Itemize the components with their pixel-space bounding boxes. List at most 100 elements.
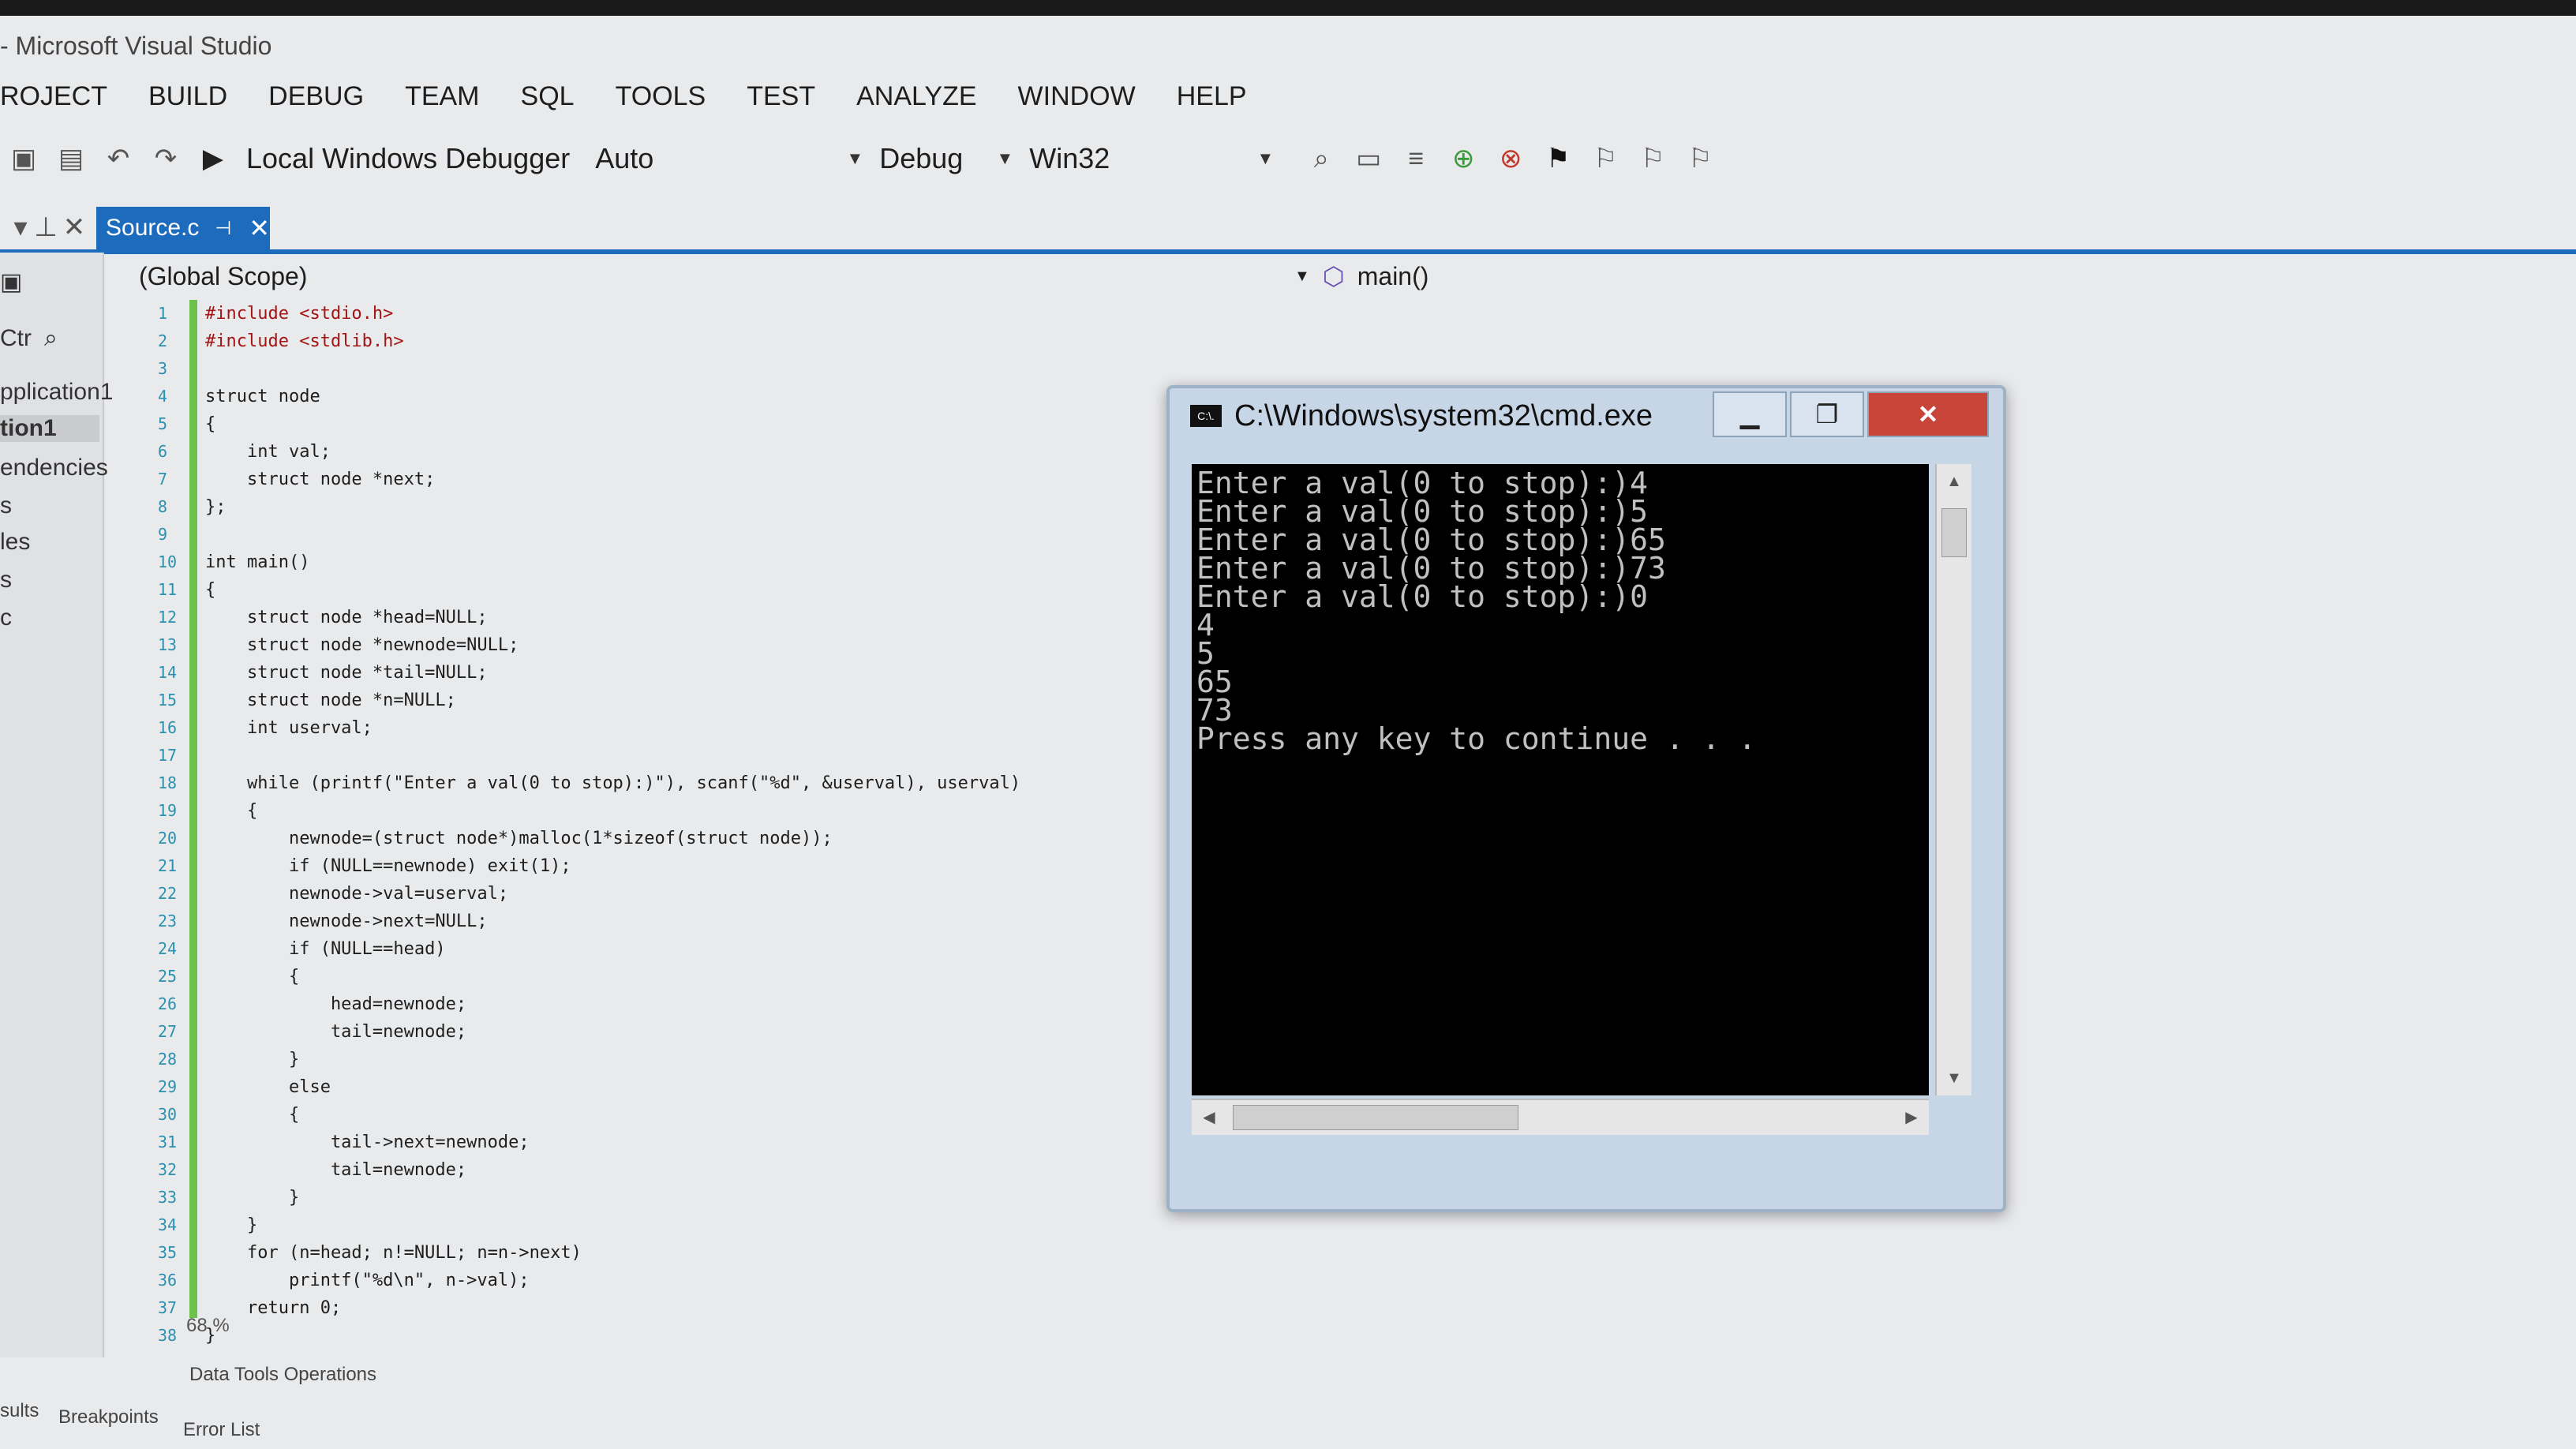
bookmark-icon[interactable]: ⚑ — [1542, 143, 1574, 174]
configuration-combo[interactable]: Debug ▼ — [879, 142, 1013, 175]
code-line[interactable]: head=newnode; — [205, 990, 1136, 1018]
code-line[interactable]: { — [205, 963, 1136, 990]
code-line[interactable]: #include <stdio.h> — [205, 300, 1136, 328]
menu-test[interactable]: TEST — [747, 81, 815, 112]
code-line[interactable]: if (NULL==newnode) exit(1); — [205, 852, 1136, 880]
console-output[interactable]: Enter a val(0 to stop):)4 Enter a val(0 … — [1192, 464, 1929, 1095]
search-icon[interactable]: ⌕ — [44, 325, 58, 352]
code-line[interactable]: struct node *tail=NULL; — [205, 659, 1136, 687]
folder-icon[interactable]: ▭ — [1353, 143, 1384, 174]
scroll-left-icon[interactable]: ◀ — [1192, 1100, 1226, 1135]
auto-combo[interactable]: Auto ▼ — [595, 142, 863, 175]
bookmark-next-icon[interactable]: ⚐ — [1637, 143, 1668, 174]
save-icon[interactable]: ▣ — [8, 143, 39, 174]
menu-tools[interactable]: TOOLS — [616, 81, 706, 112]
tree-item-dependencies[interactable]: endencies — [0, 455, 108, 481]
redo-icon[interactable]: ↷ — [150, 143, 182, 174]
code-line[interactable]: if (NULL==head) — [205, 935, 1136, 963]
code-line[interactable]: } — [205, 1184, 1136, 1211]
code-line[interactable]: tail=newnode; — [205, 1156, 1136, 1184]
code-line[interactable]: { — [205, 576, 1136, 604]
code-line[interactable]: else — [205, 1073, 1136, 1101]
maximize-button[interactable]: ❐ — [1790, 391, 1864, 437]
undo-icon[interactable]: ↶ — [103, 143, 134, 174]
tree-item-c[interactable]: c — [0, 605, 12, 631]
scroll-down-icon[interactable]: ▼ — [1937, 1061, 1971, 1095]
platform-combo[interactable]: Win32 ▼ — [1029, 142, 1274, 175]
scroll-up-icon[interactable]: ▲ — [1937, 464, 1971, 499]
menu-analyze[interactable]: ANALYZE — [856, 81, 976, 112]
tree-item-project[interactable]: tion1 — [0, 415, 99, 442]
code-line[interactable]: tail=newnode; — [205, 1018, 1136, 1046]
zoom-level[interactable]: 68 % — [186, 1315, 230, 1337]
menu-build[interactable]: BUILD — [148, 81, 227, 112]
minimize-button[interactable]: ▁ — [1713, 391, 1787, 437]
breakpoint-remove-icon[interactable]: ⊗ — [1495, 143, 1526, 174]
vertical-scrollbar[interactable]: ▲ ▼ — [1935, 464, 1971, 1095]
menu-project[interactable]: ROJECT — [0, 81, 107, 112]
scroll-right-icon[interactable]: ▶ — [1894, 1100, 1929, 1135]
code-line[interactable]: int main() — [205, 549, 1136, 576]
code-line[interactable]: } — [205, 1046, 1136, 1073]
code-line[interactable]: while (printf("Enter a val(0 to stop):)"… — [205, 769, 1136, 797]
code-line[interactable]: }; — [205, 493, 1136, 521]
tree-item-application[interactable]: pplication1 — [0, 379, 113, 406]
menu-sql[interactable]: SQL — [521, 81, 575, 112]
code-line[interactable]: printf("%d\n", n->val); — [205, 1267, 1136, 1294]
tab-error-list[interactable]: Error List — [183, 1419, 260, 1441]
scroll-thumb[interactable] — [1233, 1105, 1518, 1130]
member-dropdown[interactable]: ▼ ⬡ main() — [1294, 261, 1428, 291]
code-line[interactable]: { — [205, 1101, 1136, 1129]
code-line[interactable] — [205, 742, 1136, 769]
code-line[interactable]: struct node *n=NULL; — [205, 687, 1136, 714]
bookmark-prev-icon[interactable]: ⚐ — [1589, 143, 1621, 174]
tab-source-c[interactable]: Source.c ⊣ ✕ — [96, 207, 270, 249]
save-all-icon[interactable]: ▤ — [55, 143, 87, 174]
code-line[interactable]: { — [205, 410, 1136, 438]
scroll-thumb[interactable] — [1941, 508, 1967, 557]
code-line[interactable]: int val; — [205, 438, 1136, 466]
code-line[interactable]: #include <stdlib.h> — [205, 328, 1136, 355]
code-line[interactable]: return 0; — [205, 1294, 1136, 1322]
tree-item-files[interactable]: les — [0, 529, 30, 556]
close-button[interactable]: ✕ — [1867, 391, 1989, 437]
menu-help[interactable]: HELP — [1177, 81, 1247, 112]
code-line[interactable]: int userval; — [205, 714, 1136, 742]
code-line[interactable]: newnode->next=NULL; — [205, 908, 1136, 935]
code-line[interactable]: struct node — [205, 383, 1136, 410]
scope-dropdown[interactable]: (Global Scope) — [139, 262, 307, 291]
close-icon[interactable]: ✕ — [58, 212, 90, 243]
find-icon[interactable]: ⌕ — [1305, 143, 1337, 174]
code-line[interactable] — [205, 521, 1136, 549]
bookmark-clear-icon[interactable]: ⚐ — [1684, 143, 1716, 174]
format-icon[interactable]: ≡ — [1400, 143, 1432, 174]
pin-icon[interactable]: ⊥ — [30, 212, 62, 243]
code-line[interactable]: struct node *next; — [205, 466, 1136, 493]
menu-window[interactable]: WINDOW — [1018, 81, 1136, 112]
code-line[interactable]: } — [205, 1322, 1136, 1350]
code-line[interactable]: struct node *newnode=NULL; — [205, 631, 1136, 659]
code-editor[interactable]: #include <stdio.h> #include <stdlib.h> str… — [205, 300, 1136, 1346]
pin-icon[interactable]: ⊣ — [215, 217, 231, 240]
code-line[interactable]: newnode=(struct node*)malloc(1*sizeof(st… — [205, 825, 1136, 852]
console-window[interactable]: C:\. C:\Windows\system32\cmd.exe ▁ ❐ ✕ E… — [1166, 385, 2006, 1212]
menu-debug[interactable]: DEBUG — [268, 81, 364, 112]
code-line[interactable]: for (n=head; n!=NULL; n=n->next) — [205, 1239, 1136, 1267]
tab-results[interactable]: sults — [0, 1400, 39, 1422]
tab-breakpoints[interactable]: Breakpoints — [58, 1406, 159, 1428]
code-line[interactable]: { — [205, 797, 1136, 825]
breakpoint-add-icon[interactable]: ⊕ — [1447, 143, 1479, 174]
console-titlebar[interactable]: C:\. C:\Windows\system32\cmd.exe ▁ ❐ ✕ — [1170, 388, 2003, 444]
close-icon[interactable]: ✕ — [249, 213, 270, 243]
code-line[interactable]: } — [205, 1211, 1136, 1239]
play-icon[interactable]: ▶ — [197, 143, 229, 174]
code-line[interactable]: struct node *head=NULL; — [205, 604, 1136, 631]
horizontal-scrollbar[interactable]: ◀ ▶ — [1192, 1099, 1929, 1135]
local-debugger-button[interactable]: Local Windows Debugger — [246, 142, 570, 175]
tree-item-a[interactable]: s — [0, 492, 12, 519]
panel-icon[interactable]: ▣ — [0, 268, 22, 296]
code-line[interactable] — [205, 355, 1136, 383]
tree-item-b[interactable]: s — [0, 567, 12, 593]
code-line[interactable]: newnode->val=userval; — [205, 880, 1136, 908]
menu-team[interactable]: TEAM — [405, 81, 479, 112]
